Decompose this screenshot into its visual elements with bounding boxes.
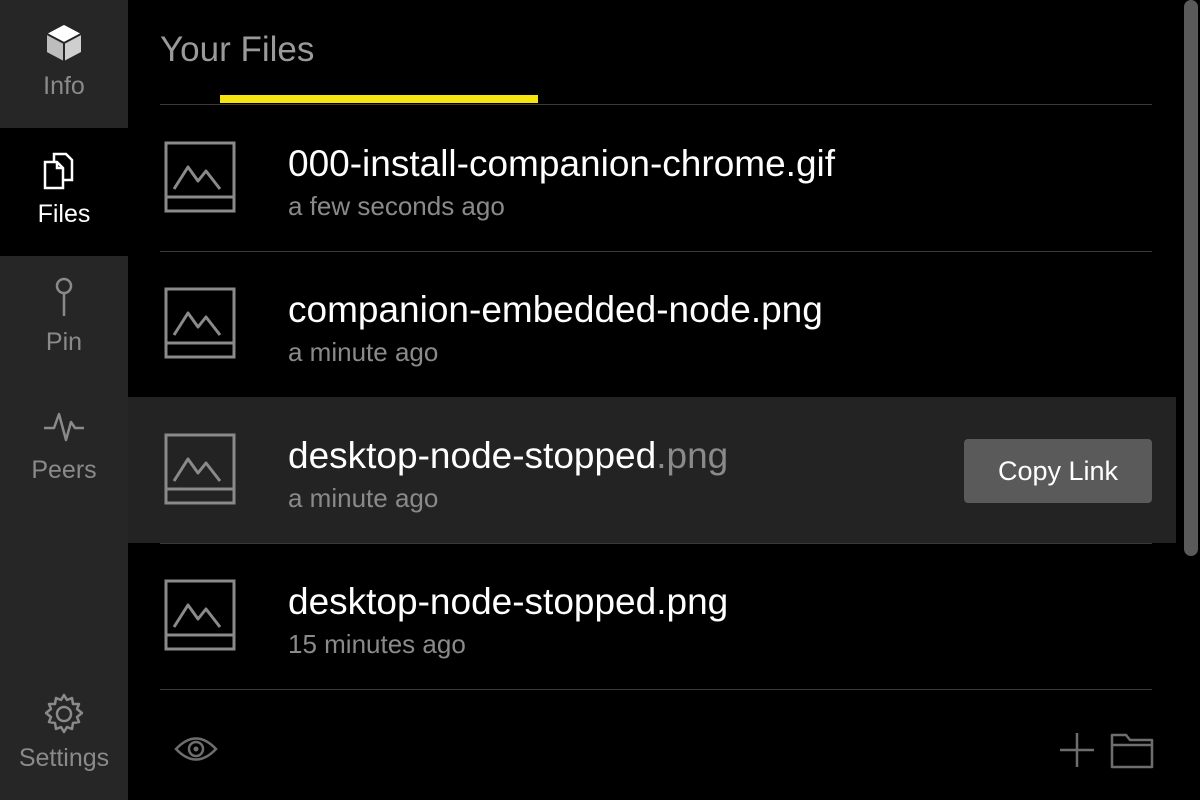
file-name-extension: .png: [656, 435, 729, 476]
scrollbar-thumb[interactable]: [1184, 0, 1198, 556]
image-file-icon: [164, 141, 236, 218]
file-name: companion-embedded-node.png: [288, 289, 823, 330]
sidebar-item-files[interactable]: Files: [0, 128, 128, 256]
cube-icon: [44, 20, 84, 64]
gear-icon: [42, 692, 86, 736]
main-panel: Your Files 000-install-companion-chrome.…: [128, 0, 1200, 800]
file-name: 000-install-companion-chrome.gif: [288, 143, 836, 184]
file-name: desktop-node-stopped.png: [288, 581, 729, 622]
file-timestamp: a minute ago: [288, 483, 439, 513]
sidebar-item-label: Settings: [18, 744, 110, 772]
file-row[interactable]: 000-install-companion-chrome.gif a few s…: [128, 105, 1176, 251]
folder-icon[interactable]: [1110, 731, 1154, 774]
pin-icon: [49, 276, 79, 320]
file-row[interactable]: companion-embedded-node.png a minute ago: [128, 251, 1176, 397]
image-file-icon: [164, 287, 236, 364]
sidebar: Info Files Pin Peers Settings: [0, 0, 128, 800]
file-row-hovered[interactable]: desktop-node-stopped.png a minute ago Co…: [128, 397, 1176, 543]
page-title: Your Files: [160, 30, 315, 69]
active-tab-indicator: [220, 95, 538, 103]
sidebar-item-pin[interactable]: Pin: [0, 256, 128, 384]
file-timestamp: a minute ago: [288, 337, 439, 367]
file-timestamp: a few seconds ago: [288, 191, 505, 221]
image-file-icon: [164, 579, 236, 656]
row-divider: [160, 689, 1152, 690]
plus-icon[interactable]: [1058, 731, 1096, 774]
copy-link-button[interactable]: Copy Link: [964, 439, 1152, 503]
sidebar-item-label: Peers: [31, 456, 97, 484]
sidebar-item-peers[interactable]: Peers: [0, 384, 128, 512]
image-file-icon: [164, 433, 236, 510]
sidebar-item-label: Info: [43, 72, 85, 100]
file-name: desktop-node-stopped.png: [288, 435, 728, 477]
file-row[interactable]: desktop-node-stopped.png 15 minutes ago: [128, 543, 1176, 689]
sidebar-item-info[interactable]: Info: [0, 0, 128, 128]
files-icon: [42, 148, 86, 192]
sidebar-item-settings[interactable]: Settings: [0, 672, 128, 800]
sidebar-item-label: Files: [37, 200, 91, 228]
file-timestamp: 15 minutes ago: [288, 629, 466, 659]
pulse-icon: [42, 404, 86, 448]
eye-icon[interactable]: [174, 732, 218, 771]
file-name-base: desktop-node-stopped: [288, 435, 657, 476]
sidebar-item-label: Pin: [45, 328, 83, 356]
